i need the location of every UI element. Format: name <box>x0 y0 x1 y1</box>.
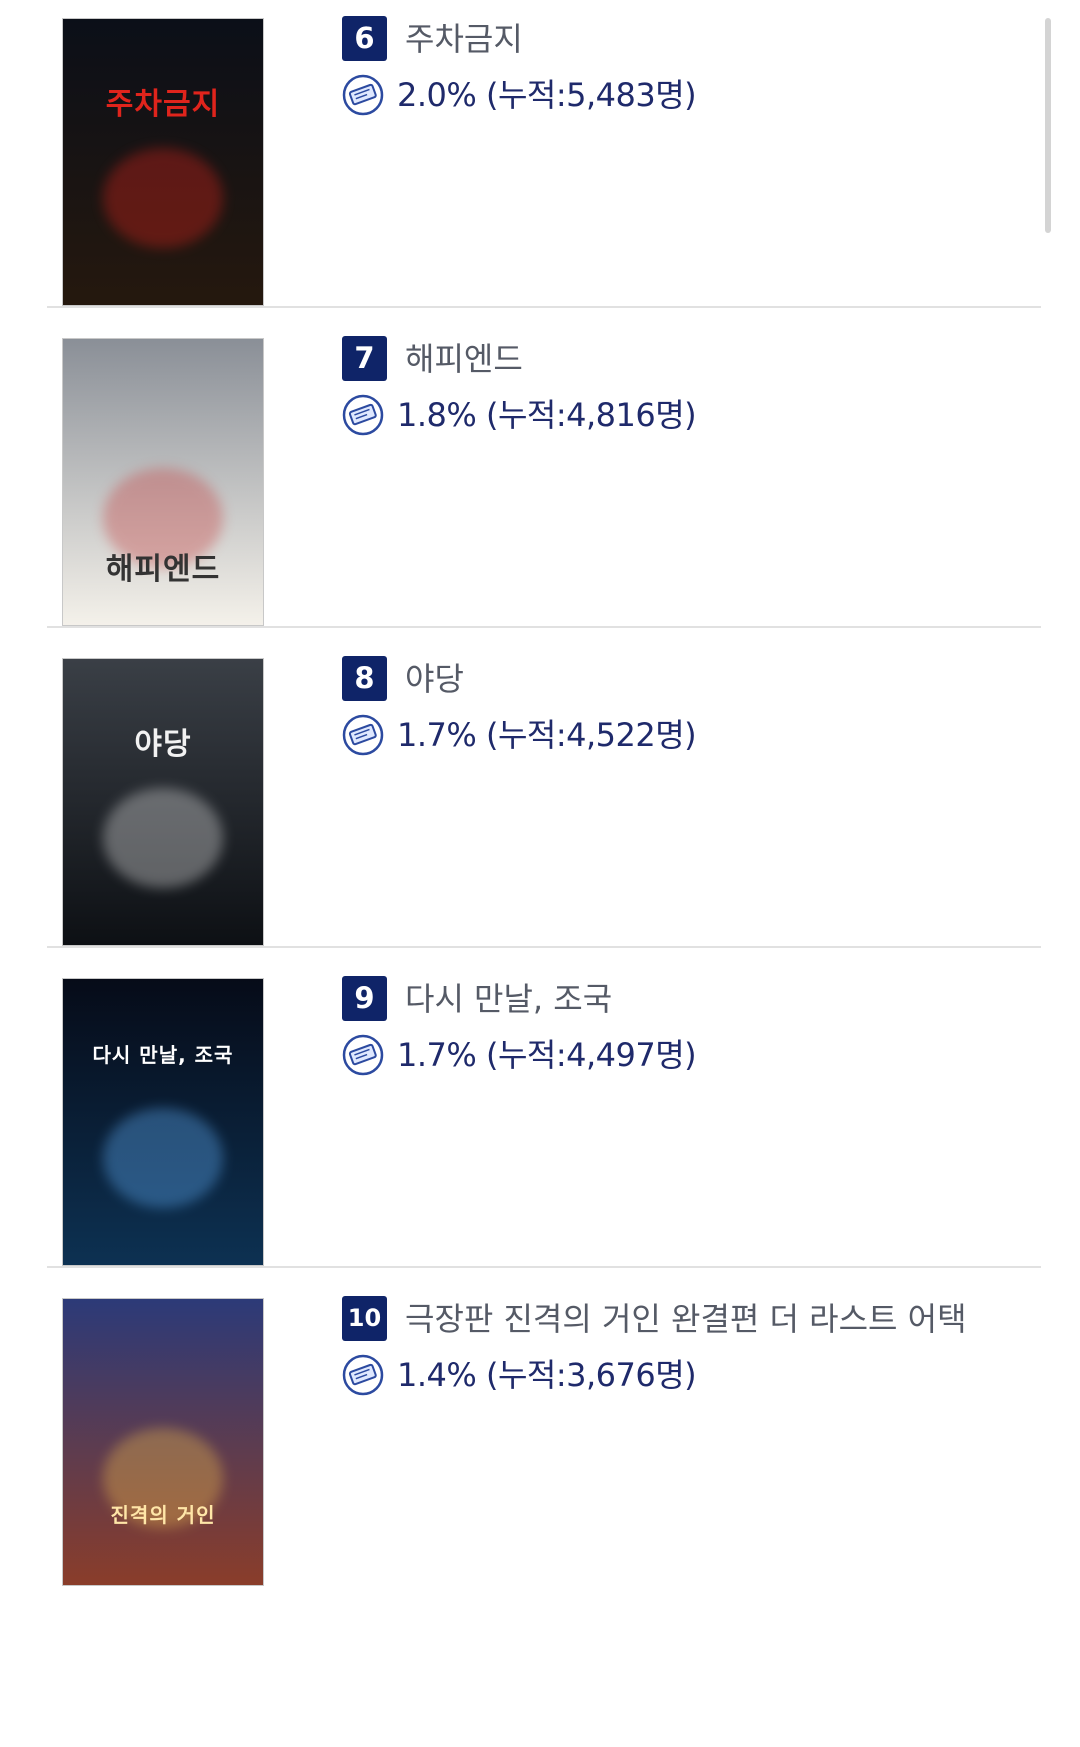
movie-item[interactable]: 주차금지 6 주차금지 2.0% (누적:5,483명) <box>47 0 1041 308</box>
poster-title-text: 진격의 거인 <box>110 1503 216 1527</box>
movie-item[interactable]: 다시 만날, 조국 9 다시 만날, 조국 1.7% (누적:4,497명) <box>47 948 1041 1268</box>
movie-title[interactable]: 극장판 진격의 거인 완결편 더 라스트 어택 <box>405 1298 967 1340</box>
box-office-list: 주차금지 6 주차금지 2.0% (누적:5,483명) 해피엔드 7 해피엔드 1.8% (… <box>0 0 1080 1747</box>
rank-badge: 9 <box>342 976 387 1021</box>
rank-badge: 10 <box>342 1296 387 1341</box>
rank-badge: 6 <box>342 16 387 61</box>
movie-poster[interactable]: 주차금지 <box>62 18 264 306</box>
poster-artwork <box>103 787 223 888</box>
rank-badge: 7 <box>342 336 387 381</box>
poster-title-text: 주차금지 <box>105 87 221 122</box>
audience-share-stat: 1.7% (누적:4,497명) <box>397 1036 697 1074</box>
movie-item[interactable]: 해피엔드 7 해피엔드 1.8% (누적:4,816명) <box>47 308 1041 628</box>
audience-share-stat: 1.7% (누적:4,522명) <box>397 716 697 754</box>
poster-title-text: 야당 <box>134 727 192 762</box>
poster-title-text: 해피엔드 <box>105 552 221 587</box>
scrollbar[interactable] <box>1045 18 1051 233</box>
audience-share-stat: 1.8% (누적:4,816명) <box>397 396 697 434</box>
poster-title-text: 다시 만날, 조국 <box>92 1043 234 1067</box>
movie-poster[interactable]: 해피엔드 <box>62 338 264 626</box>
movie-poster[interactable]: 다시 만날, 조국 <box>62 978 264 1266</box>
movie-title[interactable]: 주차금지 <box>405 18 523 60</box>
ticket-icon <box>342 74 384 116</box>
movie-item[interactable]: 진격의 거인 10 극장판 진격의 거인 완결편 더 라스트 어택 1.4% (누적:… <box>47 1268 1041 1588</box>
movie-item[interactable]: 야당 8 야당 1.7% (누적:4,522명) <box>47 628 1041 948</box>
poster-artwork <box>103 1107 223 1208</box>
movie-title[interactable]: 다시 만날, 조국 <box>405 978 612 1020</box>
movie-title[interactable]: 해피엔드 <box>405 338 523 380</box>
audience-share-stat: 2.0% (누적:5,483명) <box>397 76 697 114</box>
ticket-icon <box>342 1034 384 1076</box>
ticket-icon <box>342 714 384 756</box>
movie-title[interactable]: 야당 <box>405 658 464 700</box>
poster-artwork <box>103 147 223 248</box>
ticket-icon <box>342 1354 384 1396</box>
rank-badge: 8 <box>342 656 387 701</box>
movie-poster[interactable]: 진격의 거인 <box>62 1298 264 1586</box>
ticket-icon <box>342 394 384 436</box>
movie-poster[interactable]: 야당 <box>62 658 264 946</box>
audience-share-stat: 1.4% (누적:3,676명) <box>397 1356 697 1394</box>
